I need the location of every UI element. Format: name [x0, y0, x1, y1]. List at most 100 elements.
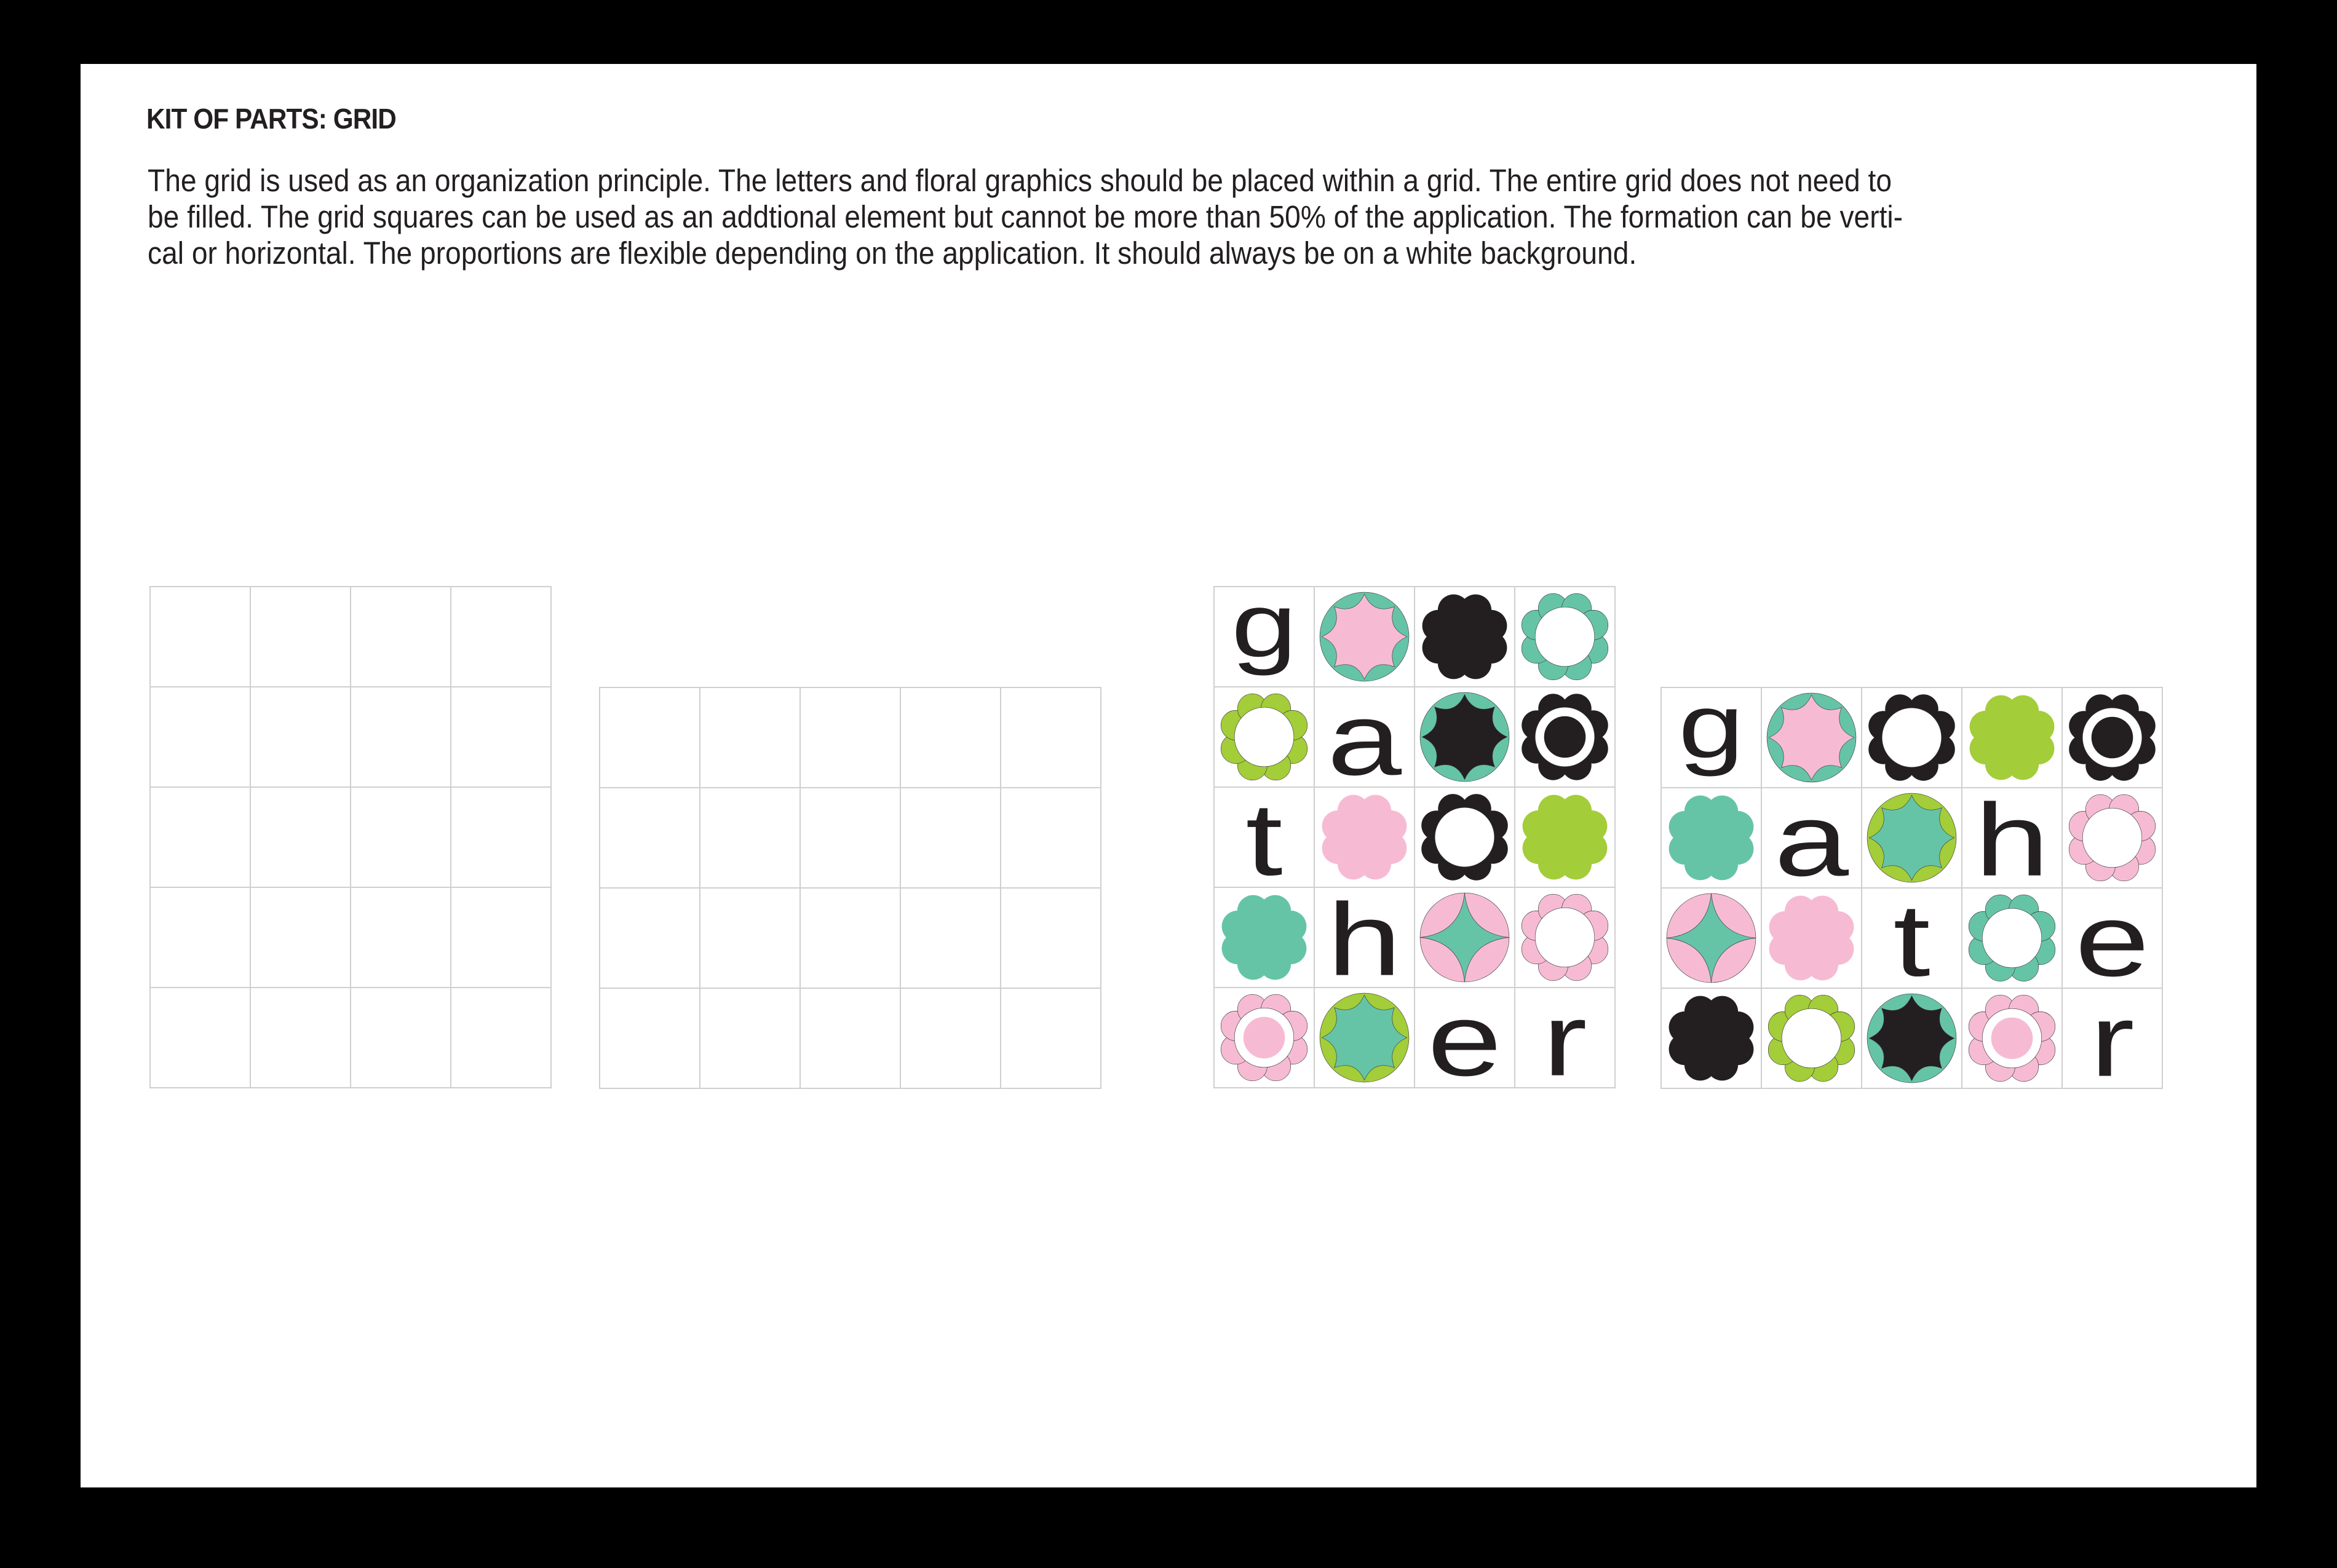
empty-grid-cell [151, 888, 251, 988]
empty-grid-cell [600, 688, 700, 788]
empty-grid-cell [801, 989, 901, 1089]
empty-grid-cell [251, 687, 351, 788]
ring-flower-icon [1868, 694, 1955, 781]
empty-grid-cell [451, 888, 552, 988]
ring-flower-icon [1220, 693, 1308, 781]
green-ring-flower-icon [1762, 989, 1862, 1089]
pink-ring-flower-icon [1515, 888, 1616, 988]
flower-icon [1668, 795, 1754, 881]
empty-grid-cell [451, 687, 552, 788]
empty-grid-cell [451, 587, 552, 687]
empty-horizontal-grid [599, 687, 1101, 1089]
empty-grid-cell [151, 587, 251, 687]
empty-grid-cell [1001, 688, 1101, 788]
teal-medallion-icon [1415, 687, 1515, 788]
green-medallion-icon [1315, 988, 1415, 1088]
empty-grid-cell [801, 889, 901, 989]
empty-grid-cell [451, 788, 552, 888]
letter-cell: t [1862, 889, 1962, 989]
letter-t: t [1893, 889, 1930, 988]
pink-diamond-medallion-icon [1662, 889, 1762, 989]
medallion-icon [1766, 692, 1857, 783]
empty-grid-cell [351, 788, 451, 888]
page-title: KIT OF PARTS: GRID [146, 103, 397, 135]
empty-grid-cell [901, 989, 1001, 1089]
teal-ring-flower-icon [1515, 587, 1616, 687]
medallion-icon [1319, 992, 1410, 1083]
empty-grid-cell [901, 788, 1001, 889]
black-ring-flower-icon [1415, 788, 1515, 888]
empty-grid-cell [901, 889, 1001, 989]
overlap-flower-icon [2069, 694, 2156, 781]
letter-cell: t [1215, 788, 1315, 888]
diamond-medallion-icon [1419, 892, 1510, 983]
description-paragraph: The grid is used as an organization prin… [148, 162, 1903, 271]
empty-grid-cell [1001, 889, 1101, 989]
medallion-icon [1319, 592, 1410, 682]
page: KIT OF PARTS: GRID The grid is used as a… [81, 64, 2256, 1487]
flower-icon [1969, 695, 2055, 780]
letter-h: h [1327, 888, 1402, 987]
empty-grid-cell [801, 688, 901, 788]
empty-grid-cell [351, 888, 451, 988]
letter-e: e [1427, 988, 1502, 1087]
letter-cell: a [1762, 788, 1862, 889]
medallion-icon [1867, 793, 1957, 883]
letter-cell: a [1315, 687, 1415, 788]
overlap-flower-icon [1968, 994, 2056, 1082]
letter-graphic: a [1327, 687, 1402, 786]
flower-icon [1522, 794, 1608, 880]
paragraph-line: cal or horizontal. The proportions are f… [148, 236, 1637, 271]
teal-medallion-icon [1862, 989, 1962, 1089]
flower-icon [1668, 996, 1754, 1081]
black-overlap-flower-icon [2063, 688, 2163, 788]
medallion-icon [1419, 692, 1510, 782]
green-ring-flower-icon [1215, 687, 1315, 788]
black-flower-icon [1662, 989, 1762, 1089]
empty-grid-cell [700, 889, 801, 989]
letter-cell: r [2063, 989, 2163, 1089]
vertical-gather-grid: gather [1213, 586, 1616, 1088]
black-ring-flower-icon [1862, 688, 1962, 788]
letter-r: r [1542, 988, 1587, 1087]
empty-grid-cell [600, 989, 700, 1089]
letter-graphic: e [2075, 889, 2149, 988]
letter-cell: g [1662, 688, 1762, 788]
flower-icon [1221, 895, 1307, 980]
letter-graphic: e [1427, 988, 1502, 1087]
letter-cell: h [1962, 788, 2063, 889]
empty-grid-cell [600, 889, 700, 989]
letter-cell: e [2063, 889, 2163, 989]
empty-grid-cell [151, 988, 251, 1088]
empty-grid-cell [451, 988, 552, 1088]
pink-flower-icon [1315, 788, 1415, 888]
letter-r: r [2090, 989, 2134, 1088]
letter-cell: r [1515, 988, 1616, 1088]
letter-graphic: h [1327, 888, 1402, 987]
ring-flower-icon [1421, 794, 1508, 881]
paragraph-line: The grid is used as an organization prin… [148, 163, 1892, 198]
empty-grid-cell [251, 888, 351, 988]
black-overlap-flower-icon [1515, 687, 1616, 788]
flower-icon [1322, 794, 1407, 880]
empty-vertical-grid [149, 586, 552, 1088]
pink-overlap-flower-icon [1962, 989, 2063, 1089]
pink-diamond-medallion-icon [1415, 888, 1515, 988]
teal-ring-flower-icon [1962, 889, 2063, 989]
empty-grid-cell [700, 788, 801, 889]
letter-graphic: r [2090, 989, 2134, 1088]
letter-e: e [2075, 889, 2149, 988]
pink-overlap-flower-icon [1215, 988, 1315, 1088]
letter-graphic: a [1774, 788, 1849, 887]
empty-grid-cell [351, 587, 451, 687]
flower-icon [1422, 594, 1507, 679]
horizontal-gather-grid: ga ht er [1660, 687, 2163, 1089]
empty-grid-cell [801, 788, 901, 889]
teal-medallion-icon [1315, 587, 1415, 687]
ring-flower-icon [2068, 794, 2156, 882]
letter-cell: e [1415, 988, 1515, 1088]
letter-graphic: g [1231, 587, 1297, 676]
green-medallion-icon [1862, 788, 1962, 889]
pink-flower-icon [1762, 889, 1862, 989]
paragraph-line: be filled. The grid squares can be used … [148, 199, 1903, 234]
